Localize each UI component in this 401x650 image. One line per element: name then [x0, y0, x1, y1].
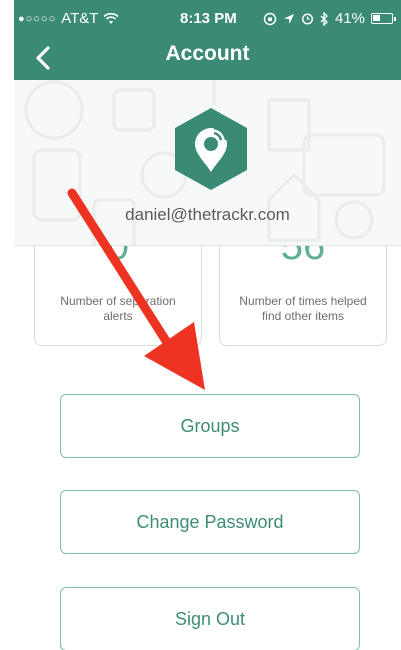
stat-card-separation-alerts: 0 Number of separation alerts [34, 246, 202, 346]
groups-button[interactable]: Groups [60, 394, 360, 458]
status-time: 8:13 PM [180, 10, 237, 27]
stat-label: Number of times helped find other items [239, 294, 367, 323]
signal-strength-icon: ●○○○○ [18, 12, 57, 25]
nav-bar: Account [14, 36, 401, 80]
account-email: daniel@thetrackr.com [125, 205, 290, 224]
sign-out-button[interactable]: Sign Out [60, 587, 360, 650]
trackr-logo-icon [175, 108, 247, 190]
stat-card-helped-find: 56 Number of times helped find other ite… [219, 246, 387, 346]
stat-value: 0 [106, 246, 130, 268]
stat-label: Number of separation alerts [60, 294, 176, 323]
battery-percent: 41% [334, 10, 365, 27]
wifi-icon [103, 12, 120, 24]
change-password-button[interactable]: Change Password [60, 490, 360, 554]
status-left: ●○○○○ AT&T [18, 10, 120, 27]
stat-value: 56 [280, 246, 326, 268]
profile-header: daniel@thetrackr.com [14, 80, 401, 246]
bluetooth-icon [320, 11, 328, 26]
status-right: 41% [263, 10, 396, 27]
location-icon [283, 13, 294, 24]
page-title: Account [165, 42, 250, 65]
battery-icon [371, 13, 396, 24]
battery-fill [373, 15, 380, 21]
status-bar: ●○○○○ AT&T 8:13 PM 41% [14, 0, 401, 36]
rotation-lock-icon [263, 12, 277, 25]
carrier-label: AT&T [61, 10, 99, 27]
alarm-icon [301, 13, 314, 25]
